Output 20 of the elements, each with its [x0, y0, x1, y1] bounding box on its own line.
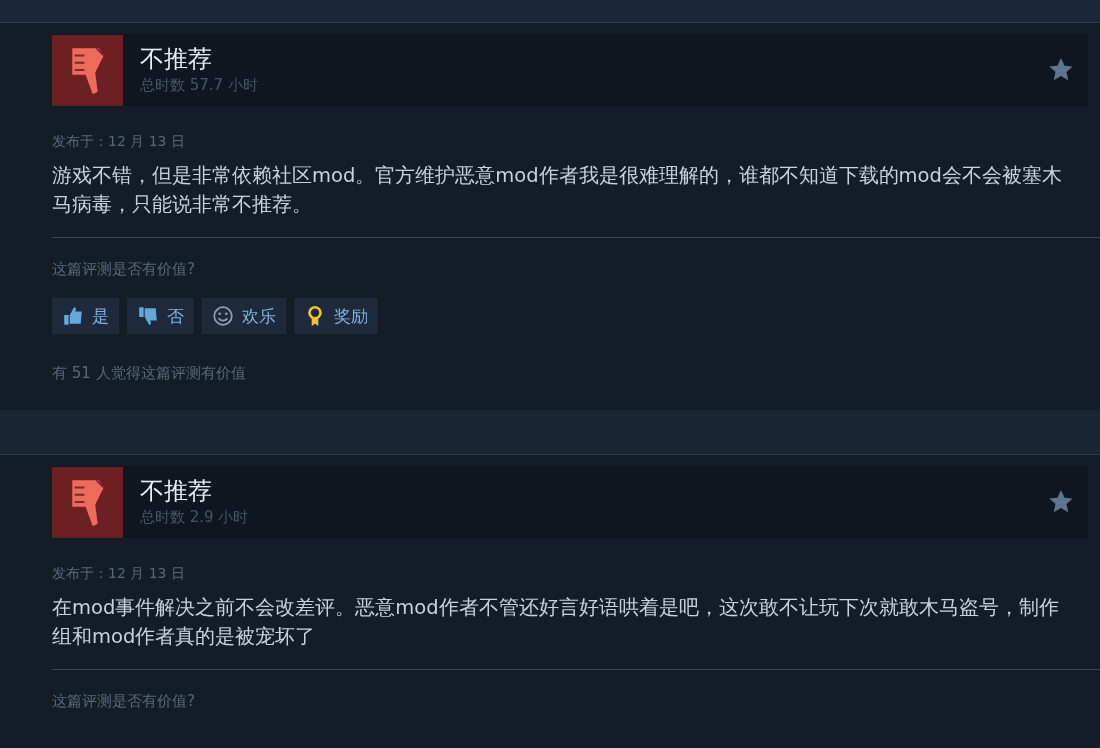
posted-date: 发布于：12 月 13 日	[52, 564, 186, 583]
star-icon[interactable]	[1048, 489, 1074, 515]
helpful-count: 有 51 人觉得这篇评测有价值	[52, 363, 247, 384]
playtime-text: 总时数 2.9 小时	[140, 507, 250, 528]
helpful-question: 这篇评测是否有价值?	[52, 691, 196, 712]
smiley-icon	[212, 305, 234, 327]
verdict-title: 不推荐	[140, 476, 213, 506]
star-icon[interactable]	[1048, 57, 1074, 83]
verdict-title: 不推荐	[140, 44, 213, 74]
vote-button[interactable]: 否	[127, 298, 194, 334]
vote-button[interactable]: 欢乐	[202, 298, 286, 334]
vote-button[interactable]: 是	[52, 298, 119, 334]
thumbs-up-icon	[62, 305, 84, 327]
thumbs-down-icon	[137, 305, 159, 327]
review-text: 在mod事件解决之前不会改差评。恶意mod作者不管还好言好语哄着是吧，这次敢不让玩下次就敢木马盗号，制作组和mod作者真的是被宠坏了	[52, 595, 1060, 650]
vote-button[interactable]: 奖励	[294, 298, 378, 334]
posted-date: 发布于：12 月 13 日	[52, 132, 186, 151]
helpful-question: 这篇评测是否有价值?	[52, 259, 196, 280]
playtime-text: 总时数 57.7 小时	[140, 75, 259, 96]
review-text: 游戏不错，但是非常依赖社区mod。官方维护恶意mod作者我是很难理解的，谁都不知道下载的mod会不会被塞木马病毒，只能说非常不推荐。	[52, 163, 1063, 218]
